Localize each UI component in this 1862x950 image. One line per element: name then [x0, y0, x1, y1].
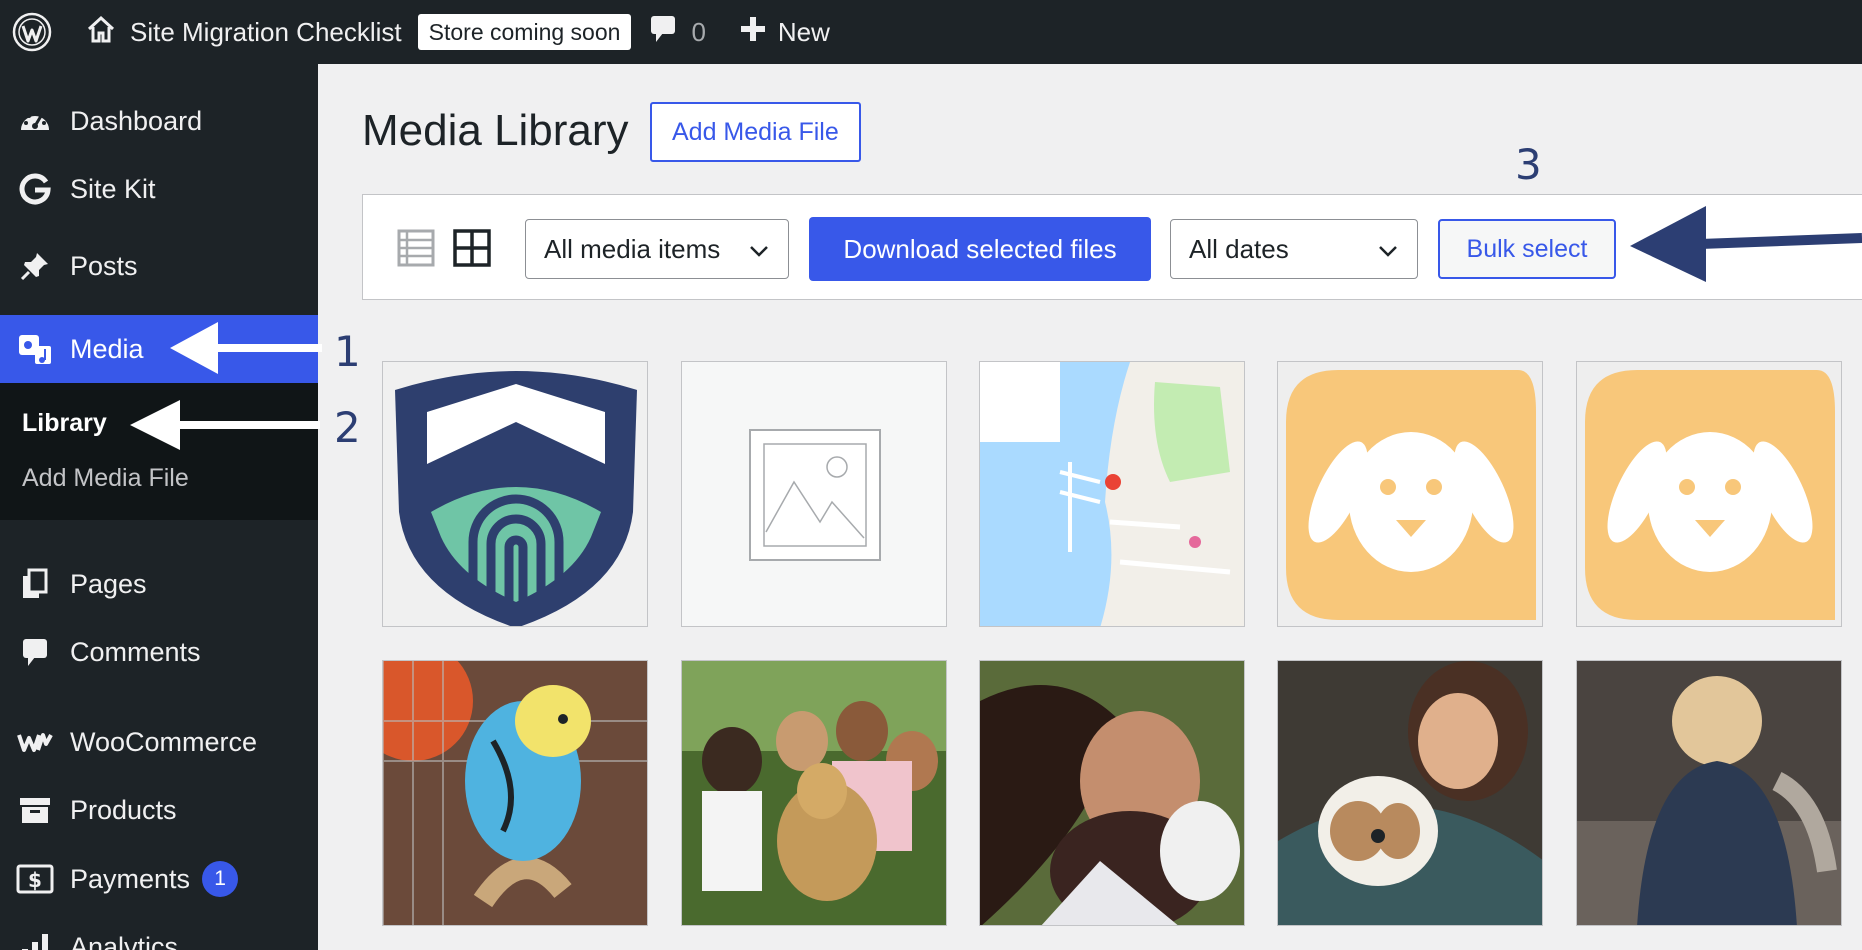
- sidebar-item-woocommerce[interactable]: WooCommerce: [0, 712, 318, 772]
- plus-icon: [740, 16, 766, 49]
- sidebar-item-label: Pages: [70, 568, 147, 599]
- new-label: New: [777, 16, 830, 47]
- svg-text:$: $: [28, 868, 42, 892]
- annotation-number-3: 3: [1515, 140, 1542, 189]
- dollar-icon: $: [0, 864, 70, 894]
- new-content-link[interactable]: New: [740, 0, 830, 64]
- sidebar-item-pages[interactable]: Pages: [0, 554, 318, 614]
- media-type-filter-value: All media items: [544, 233, 721, 264]
- sidebar-item-label: Dashboard: [70, 105, 203, 136]
- google-g-icon: [0, 173, 70, 205]
- comments-link[interactable]: 0: [649, 0, 706, 64]
- comment-bubble-icon: [649, 14, 677, 51]
- sidebar-item-label: Site Kit: [70, 173, 156, 204]
- sidebar-item-media[interactable]: Media: [0, 315, 318, 383]
- sidebar-item-payments[interactable]: $ Payments 1: [0, 849, 318, 909]
- sidebar-item-label: Media: [70, 333, 144, 364]
- media-type-filter[interactable]: All media items: [525, 219, 789, 279]
- page-title: Media Library: [362, 106, 629, 155]
- woo-icon: [0, 730, 70, 754]
- media-tile-photo-woman-shihtzu[interactable]: [1277, 660, 1543, 926]
- annotation-number-1: 1: [334, 327, 361, 376]
- sidebar-item-products[interactable]: Products: [0, 780, 318, 840]
- submenu-item-add-media-file[interactable]: Add Media File: [22, 464, 189, 493]
- sidebar-item-site-kit[interactable]: Site Kit: [0, 159, 318, 219]
- sidebar-item-dashboard[interactable]: Dashboard: [0, 91, 318, 151]
- sidebar-item-label: Comments: [70, 636, 201, 667]
- wordpress-logo-icon[interactable]: [0, 0, 64, 64]
- grid-view-icon[interactable]: [453, 229, 491, 272]
- home-icon: [86, 14, 116, 51]
- comment-icon: [0, 636, 70, 668]
- sidebar-item-analytics[interactable]: Analytics: [0, 917, 318, 950]
- payments-count-badge: 1: [202, 861, 239, 897]
- media-submenu: Library Add Media File: [0, 383, 318, 520]
- download-selected-files-button[interactable]: Download selected files: [809, 217, 1151, 281]
- pages-icon: [0, 568, 70, 600]
- bar-chart-icon: [0, 931, 70, 950]
- media-tile-map[interactable]: [979, 361, 1245, 627]
- media-tile-shield-logo[interactable]: [382, 361, 648, 627]
- sidebar-item-comments[interactable]: Comments: [0, 622, 318, 682]
- media-tile-photo-child[interactable]: [1576, 660, 1842, 926]
- media-tile-image-placeholder[interactable]: [681, 361, 947, 627]
- sidebar-item-label: Payments: [70, 863, 191, 894]
- media-tile-photo-woman-dog[interactable]: [979, 660, 1245, 926]
- sidebar-item-posts[interactable]: Posts: [0, 236, 318, 296]
- list-view-icon[interactable]: [397, 229, 435, 272]
- add-media-file-button[interactable]: Add Media File: [650, 102, 861, 162]
- main-content: Media Library Add Media File All media i…: [318, 64, 1862, 950]
- media-toolbar: All media items Download selected files …: [362, 194, 1862, 300]
- archive-icon: [0, 795, 70, 825]
- sidebar-item-label: Products: [70, 794, 177, 825]
- sidebar-item-label: Analytics: [70, 931, 179, 950]
- media-tile-photo-group-dog[interactable]: [681, 660, 947, 926]
- media-tile-dog-logo-2[interactable]: [1576, 361, 1842, 627]
- date-filter-value: All dates: [1189, 233, 1289, 264]
- pin-icon: [0, 250, 70, 282]
- annotation-number-2: 2: [334, 403, 361, 452]
- sidebar-item-label: Posts: [70, 250, 138, 281]
- submenu-item-library[interactable]: Library: [22, 409, 107, 438]
- store-status-badge[interactable]: Store coming soon: [417, 14, 632, 50]
- media-icon: [0, 332, 70, 366]
- media-tile-dog-logo[interactable]: [1277, 361, 1543, 627]
- admin-sidebar: Dashboard Site Kit Posts Media Library A…: [0, 64, 318, 950]
- sidebar-item-label: WooCommerce: [70, 726, 258, 757]
- comment-count: 0: [691, 16, 706, 47]
- site-title: Site Migration Checklist: [130, 16, 402, 47]
- chevron-down-icon: [1377, 234, 1399, 265]
- site-name-link[interactable]: Site Migration Checklist: [64, 0, 402, 64]
- bulk-select-button[interactable]: Bulk select: [1438, 219, 1616, 279]
- media-tile-photo-parakeet[interactable]: [382, 660, 648, 926]
- admin-bar: Site Migration Checklist Store coming so…: [0, 0, 1862, 64]
- dashboard-icon: [0, 106, 70, 136]
- chevron-down-icon: [748, 234, 770, 265]
- date-filter[interactable]: All dates: [1170, 219, 1418, 279]
